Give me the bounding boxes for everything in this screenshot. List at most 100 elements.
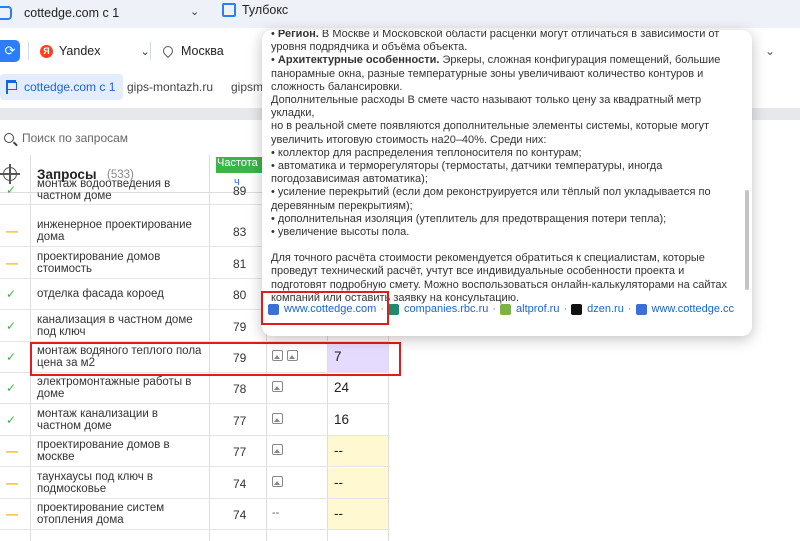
query-text[interactable]: монтаж водоотведения в частном доме (37, 178, 205, 202)
table-row[interactable]: — проектирование домов в москве 77 -- (0, 436, 390, 467)
frequency-value: 78 (233, 382, 247, 396)
position-value[interactable]: 16 (328, 405, 388, 435)
toolbox-label: Тулбокс (242, 3, 289, 17)
cube-icon (222, 3, 236, 17)
row-actions (272, 444, 283, 455)
source-link[interactable]: dzen.ru (571, 303, 624, 315)
tab-label: gips-montazh.ru (127, 80, 214, 94)
table-row[interactable]: —проектирование74 (0, 530, 390, 541)
search-engine-select[interactable]: Я Yandex ⌄ (40, 44, 150, 58)
image-icon[interactable] (272, 444, 283, 455)
tab-gips-montazh[interactable]: gips-montazh.ru (127, 74, 213, 100)
answer-line: Для точного расчёта стоимости рекомендуе… (271, 252, 705, 265)
answer-line: • дополнительная изоляция (утеплитель дл… (271, 212, 667, 225)
frequency-value: 79 (233, 320, 247, 334)
check-icon: ✓ (6, 413, 17, 427)
image-icon[interactable] (272, 476, 283, 487)
query-text[interactable]: инженерное проектирование дома (37, 219, 205, 243)
answer-line: • коллектор для распределения теплоносит… (271, 146, 582, 159)
tab-cottedge[interactable]: cottedge.com с 1 (0, 74, 124, 100)
frequency-value: 77 (233, 414, 247, 428)
check-icon: ✓ (6, 350, 17, 364)
check-icon: ✓ (6, 319, 17, 333)
query-text[interactable]: проектирование домов в москве (37, 439, 205, 463)
favicon-icon (388, 303, 399, 315)
answer-line: подготовят подробную смету. Можно воспол… (271, 278, 728, 291)
chevron-down-icon[interactable]: ⌄ (190, 5, 199, 18)
query-text[interactable]: проектирование домов стоимость (37, 251, 205, 275)
scrollbar[interactable] (745, 190, 749, 290)
tab-label: gipsm (231, 80, 264, 94)
chevron-down-icon: ⌄ (140, 45, 150, 58)
check-icon: ✓ (6, 183, 17, 197)
answer-line: увеличить итоговую стоимость на20–40%. С… (271, 133, 547, 146)
frequency-value: 83 (233, 225, 247, 239)
row-actions: -- (272, 507, 280, 519)
answer-line: панорамные окна, разные температурные зо… (271, 67, 704, 80)
source-link[interactable]: companies.rbc.ru (388, 303, 488, 315)
search-icon (4, 133, 14, 143)
source-link[interactable]: altprof.ru (500, 303, 559, 315)
refresh-button[interactable]: ⟳ (0, 40, 20, 62)
favicon-icon (635, 303, 647, 315)
query-text[interactable]: электромонтажные работы в доме (37, 376, 205, 400)
top-bar: cottedge.com с 1 ⌄ Тулбокс (0, 0, 800, 28)
project-icon (0, 6, 12, 20)
answer-line: • увеличение высоты пола. (271, 226, 410, 239)
row-actions (272, 476, 283, 487)
position-value[interactable]: 24 (328, 373, 388, 403)
frequency-value: 80 (233, 288, 247, 302)
image-icon[interactable] (272, 381, 283, 392)
region-select[interactable]: Москва (160, 43, 224, 59)
answer-line: уровня подрядчика и объёма объекта. (271, 41, 468, 54)
yandex-logo-icon: Я (40, 44, 53, 58)
flag-icon (6, 80, 17, 94)
row-actions (272, 413, 283, 424)
frequency-value: 81 (233, 257, 247, 271)
check-icon: ✓ (6, 381, 17, 395)
table-row[interactable]: ✓ электромонтажные работы в доме 78 24 (0, 373, 390, 404)
source-label: altprof.ru (516, 303, 560, 315)
query-search[interactable]: Поиск по запросам (0, 126, 270, 150)
table-row[interactable]: — проектирование систем отопления дома 74 -… (0, 499, 390, 530)
answer-line: Дополнительные расходы В смете часто наз… (271, 94, 702, 120)
answer-line: деревянным перекрытиям); (271, 199, 413, 212)
query-text[interactable]: проектирование систем отопления дома (37, 502, 205, 526)
image-icon[interactable] (272, 413, 283, 424)
divider (150, 42, 151, 60)
dash-icon: — (6, 476, 18, 490)
dash-icon: — (6, 444, 18, 458)
position-value[interactable]: -- (328, 436, 388, 466)
answer-line: но в реальной смете появляются дополните… (271, 120, 710, 133)
target-icon[interactable] (0, 164, 20, 184)
search-engine-label: Yandex (59, 44, 101, 58)
highlighted-source-frame (261, 291, 389, 325)
search-input[interactable]: Поиск по запросам (22, 131, 128, 145)
position-value[interactable]: -- (328, 499, 388, 529)
answer-text: • Регион. В Москве и Московской области … (271, 30, 741, 305)
source-separator: · (563, 303, 568, 315)
location-pin-icon (160, 43, 176, 59)
tab-gipsm[interactable]: gipsm (231, 74, 263, 100)
query-text[interactable]: монтаж канализации в частном доме (37, 408, 205, 432)
favicon-icon (571, 303, 583, 315)
position-value[interactable]: -- (328, 468, 388, 498)
table-row[interactable]: ✓ монтаж канализации в частном доме 77 16 (0, 405, 390, 436)
region-label: Москва (181, 44, 224, 58)
query-text[interactable]: канализация в частном доме под ключ (37, 314, 205, 338)
source-link[interactable]: www.cottedge.cc (635, 303, 735, 315)
answer-line: • Регион. В Москве и Московской области … (271, 30, 720, 40)
table-row[interactable]: — таунхаусы под ключ в подмосковье 74 -- (0, 468, 390, 499)
frequency-header[interactable]: Частота (216, 157, 262, 173)
query-text[interactable]: отделка фасада короед (37, 288, 205, 300)
toolbox-button[interactable]: Тулбокс (222, 3, 288, 17)
divider (28, 42, 29, 60)
query-text[interactable]: таунхаусы под ключ в подмосковье (37, 471, 205, 495)
project-select[interactable]: cottedge.com с 1 ⌄ (0, 2, 210, 24)
chevron-down-icon[interactable]: ⌄ (765, 44, 775, 58)
refresh-icon: ⟳ (4, 43, 16, 58)
source-label: www.cottedge.cc (651, 303, 735, 315)
answer-line: • автоматика и терморегуляторы (термоста… (271, 160, 663, 173)
source-label: companies.rbc.ru (404, 303, 489, 315)
source-label: dzen.ru (587, 303, 624, 315)
